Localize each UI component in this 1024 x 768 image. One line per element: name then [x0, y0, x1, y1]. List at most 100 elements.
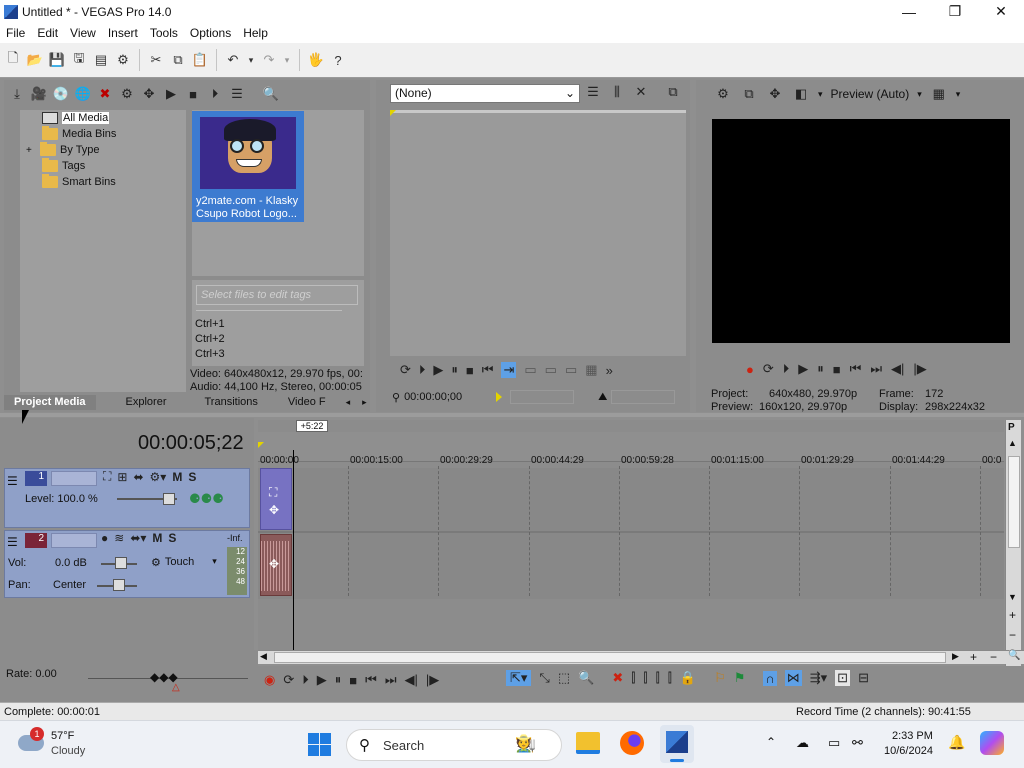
tab-video-fx[interactable]: Video F — [278, 395, 336, 410]
file-explorer-icon[interactable] — [576, 732, 600, 754]
play-from-start-icon[interactable]: ⏵ — [419, 362, 426, 378]
undo-dropdown-icon[interactable]: ▾ — [246, 51, 256, 69]
system-clock[interactable]: 2:33 PM 10/6/2024 — [884, 729, 933, 759]
solo-button[interactable]: S — [168, 531, 176, 545]
previous-frame-icon[interactable]: ◀| — [405, 672, 418, 688]
display-icon[interactable]: ▭ — [828, 735, 840, 751]
compositing-parent-icon[interactable]: ⬌ — [133, 470, 143, 484]
go-to-end-icon[interactable]: ⏭ — [870, 361, 882, 377]
mute-button[interactable]: M — [152, 531, 162, 545]
tab-transitions[interactable]: Transitions — [195, 395, 268, 410]
loop-icon[interactable]: ⟳ — [400, 362, 411, 378]
fit-to-fill-icon[interactable]: ▭ — [565, 362, 577, 378]
media-fx-icon[interactable]: ⚙ — [118, 85, 136, 103]
trimmer-media-dropdown[interactable]: (None) ⌄ — [390, 84, 580, 103]
close-button[interactable]: ✕ — [978, 0, 1024, 23]
auto-preview-icon[interactable]: ✥ — [140, 85, 158, 103]
trim-start-icon[interactable]: ⫿ — [643, 670, 647, 686]
pan-slider-thumb[interactable] — [113, 579, 125, 591]
external-monitor-icon[interactable]: ⧉ — [740, 85, 758, 103]
audio-event[interactable]: ✥ — [260, 534, 292, 596]
lock-icon[interactable]: 🔒 — [680, 670, 696, 686]
trimmer-clear-history-icon[interactable]: ⫼ — [608, 83, 626, 101]
h-scroll-thumb[interactable] — [274, 652, 946, 663]
play-icon[interactable]: ▶ — [317, 672, 327, 688]
go-to-end-icon[interactable]: ⏭ — [385, 672, 397, 688]
menu-edit[interactable]: Edit — [31, 26, 64, 40]
mute-button[interactable]: M — [172, 470, 182, 484]
track-name-field[interactable] — [51, 471, 97, 486]
collapse-track-icon[interactable]: ☰ — [7, 535, 18, 549]
preview-quality-dropdown[interactable]: Preview (Auto) — [831, 87, 910, 101]
menu-file[interactable]: File — [0, 26, 31, 40]
tree-item-by-type[interactable]: + By Type — [26, 142, 100, 158]
pause-icon[interactable]: ⏸ — [817, 361, 824, 377]
video-event[interactable]: ⛶ ✥ — [260, 468, 292, 530]
vegas-taskbar-button[interactable] — [660, 725, 694, 763]
scroll-down-icon[interactable]: ▼ — [1008, 592, 1017, 602]
tree-item-smart-bins[interactable]: Smart Bins — [42, 174, 116, 190]
solo-button[interactable]: S — [188, 470, 196, 484]
cut-icon[interactable]: ✂ — [147, 51, 165, 69]
network-icon[interactable]: ⚯ — [852, 735, 863, 751]
search-media-icon[interactable]: 🔍 — [262, 85, 280, 103]
save-icon[interactable]: 💾 — [48, 51, 66, 69]
previous-frame-icon[interactable]: ◀| — [891, 361, 904, 377]
loop-icon[interactable]: ⟳ — [283, 672, 294, 688]
pause-icon[interactable]: ⏸ — [451, 362, 458, 378]
zoom-in-icon[interactable]: + — [1009, 608, 1016, 622]
go-to-start-icon[interactable]: ⏮ — [850, 361, 862, 377]
next-frame-icon[interactable]: |▶ — [913, 361, 926, 377]
enable-snapping-icon[interactable]: ∩ — [763, 670, 777, 686]
tree-item-all-media[interactable]: All Media — [42, 110, 110, 126]
stop-icon[interactable]: ■ — [466, 363, 474, 378]
chevron-down-icon[interactable]: ▾ — [917, 89, 922, 100]
weather-text[interactable]: 57°F Cloudy — [51, 729, 85, 759]
auto-preview-toggle-icon[interactable]: ⏵ — [206, 85, 224, 103]
insert-marker-icon[interactable]: ⚐ — [714, 670, 726, 686]
import-media-icon[interactable]: ⤓ — [8, 85, 26, 103]
timeline-horizontal-scrollbar[interactable]: ◀ ▶ + − 🔍 — [258, 650, 1024, 664]
tags-input[interactable]: Select files to edit tags — [196, 285, 358, 305]
go-to-start-icon[interactable]: ⏮ — [482, 362, 494, 378]
preview-properties-icon[interactable]: ⚙ — [714, 85, 732, 103]
properties-icon[interactable]: ⚙ — [114, 51, 132, 69]
vol-slider-thumb[interactable] — [115, 557, 127, 569]
taskbar-search-box[interactable]: ⚲ Search 🧑‍🌾 — [346, 729, 562, 761]
remove-media-icon[interactable]: ✖ — [96, 85, 114, 103]
tab-explorer[interactable]: Explorer — [116, 395, 177, 410]
redo-icon[interactable]: ↷ — [260, 51, 278, 69]
record-icon[interactable]: ◉ — [264, 672, 275, 688]
composite-icons[interactable]: ⚈⚈⚈ — [189, 491, 224, 507]
invert-phase-icon[interactable]: ≋ — [114, 531, 124, 545]
play-icon[interactable]: ▶ — [433, 362, 443, 378]
track-fx-icon[interactable]: ⚙▾ — [150, 470, 167, 484]
tree-item-media-bins[interactable]: Media Bins — [42, 126, 116, 142]
create-subclip-icon[interactable]: ▦ — [585, 362, 597, 378]
whats-this-help-icon[interactable]: ? — [329, 51, 347, 69]
paste-icon[interactable]: 📋 — [191, 51, 209, 69]
open-icon[interactable]: 📂 — [26, 51, 44, 69]
envelope-tool-icon[interactable]: ⤡ — [539, 670, 549, 686]
ignore-event-grouping-icon[interactable]: ⊟ — [858, 670, 869, 686]
play-icon[interactable]: ▶ — [798, 361, 808, 377]
trim-end-icon[interactable]: ⫿ — [656, 670, 660, 686]
trimmer-history-icon[interactable]: ☰ — [584, 83, 602, 101]
render-as-icon[interactable]: ▤ — [92, 51, 110, 69]
go-to-start-icon[interactable]: ⏮ — [365, 672, 377, 688]
video-track-header[interactable]: ☰ 1 ⛶ ⊞ ⬌ ⚙▾ M S Level: 100.0 % ⚈⚈⚈ — [4, 468, 250, 528]
splitter[interactable] — [0, 413, 1024, 417]
split-screen-icon[interactable]: ◧ — [792, 85, 810, 103]
copy-icon[interactable]: ⧉ — [169, 51, 187, 69]
copilot-icon[interactable] — [980, 731, 1004, 755]
level-slider-thumb[interactable] — [163, 493, 175, 505]
event-pan-crop-icon[interactable]: ⛶ — [269, 485, 277, 500]
marker-bar-icon[interactable]: P — [1008, 422, 1020, 434]
overlays-icon[interactable]: ▦ — [930, 85, 948, 103]
capture-video-icon[interactable]: 🎥 — [30, 85, 48, 103]
trimmer-view[interactable] — [390, 110, 686, 356]
timeline-vertical-scrollbar[interactable]: P ▲ ▼ + − — [1005, 420, 1021, 666]
expand-icon[interactable]: + — [26, 145, 36, 156]
scroll-left-icon[interactable]: ◀ — [260, 651, 267, 662]
trimmer-sync-icon[interactable]: ⧉ — [664, 83, 682, 101]
